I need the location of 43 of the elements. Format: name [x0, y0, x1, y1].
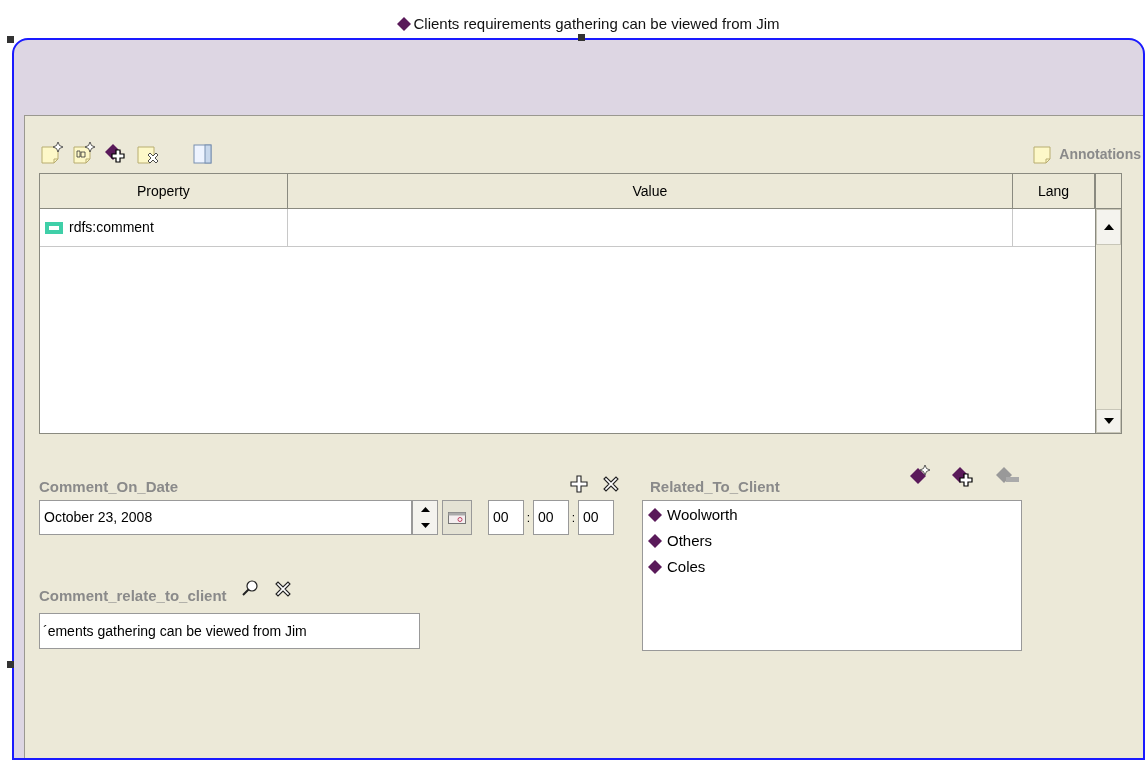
new-document-icon[interactable] — [71, 141, 97, 167]
delete-icon[interactable] — [601, 474, 621, 494]
scroll-down-button[interactable] — [1096, 409, 1121, 433]
selection-handle[interactable] — [7, 661, 14, 668]
spinner[interactable] — [412, 500, 438, 535]
column-header[interactable]: Property — [40, 174, 288, 209]
section-label: Annotations — [1059, 144, 1141, 164]
property-name: rdfs:comment — [69, 218, 154, 237]
selection-handle[interactable] — [7, 36, 14, 43]
time-separator: : — [525, 509, 532, 527]
individual-icon — [395, 16, 412, 32]
scrollbar[interactable] — [1096, 209, 1121, 433]
time-separator: : — [570, 509, 577, 527]
new-annotation-icon[interactable] — [39, 141, 65, 167]
selection-handle[interactable] — [578, 34, 585, 41]
time-field[interactable]: 00 — [488, 500, 524, 535]
field-label: Comment_On_Date — [39, 476, 179, 497]
individual-icon — [647, 559, 663, 575]
property-icon — [45, 221, 63, 234]
list-item[interactable]: Coles — [667, 555, 706, 579]
down-arrow-icon — [1103, 418, 1114, 424]
calendar-button[interactable] — [442, 500, 472, 535]
list-item[interactable]: Others — [667, 529, 712, 553]
individual-icon — [647, 507, 663, 523]
time-field[interactable]: 00 — [578, 500, 614, 535]
down-arrow-icon — [420, 523, 430, 529]
up-arrow-icon — [420, 506, 430, 512]
calendar-icon — [448, 511, 466, 524]
individual-icon — [647, 533, 663, 549]
column-header[interactable]: Value — [287, 174, 1014, 209]
scroll-up-button[interactable] — [1096, 209, 1121, 245]
add-individual-icon[interactable] — [950, 464, 976, 490]
date-field[interactable]: October 23, 2008 — [39, 500, 412, 535]
search-icon[interactable] — [240, 579, 259, 597]
add-icon[interactable] — [569, 474, 589, 494]
node-title: Clients requirements gathering can be viewed from Jim — [413, 13, 780, 34]
field-label: Comment_relate_to_client — [39, 585, 227, 606]
column-header[interactable]: Lang — [1013, 174, 1095, 209]
time-field[interactable]: 00 — [533, 500, 569, 535]
up-arrow-icon — [1103, 224, 1114, 230]
field-label: Related_To_Client — [650, 476, 780, 497]
list-item[interactable]: Woolworth — [667, 503, 738, 527]
text-field[interactable]: ´ements gathering can be viewed from Jim — [39, 613, 420, 649]
